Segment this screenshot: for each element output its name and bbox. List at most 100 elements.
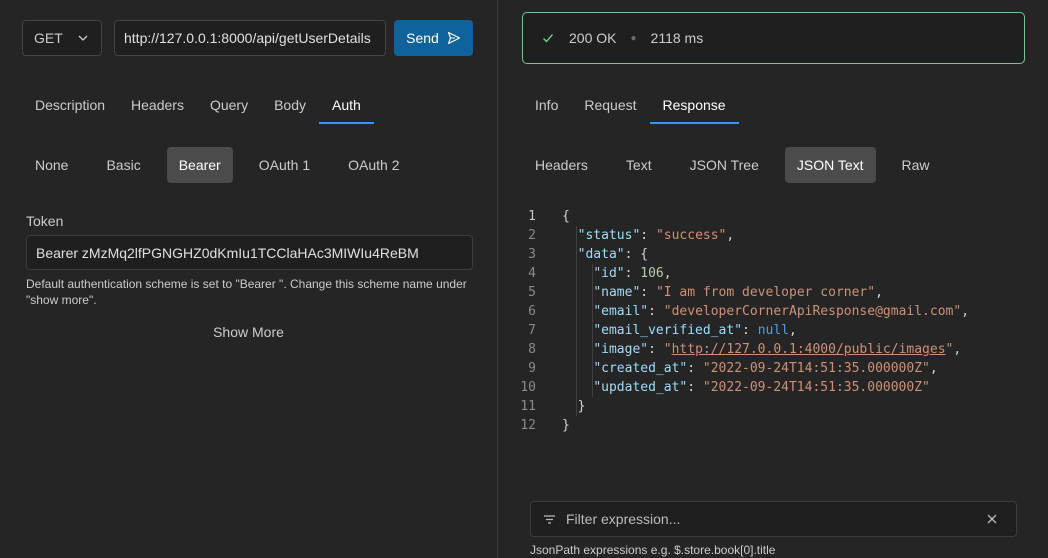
send-icon [447,31,460,45]
line-number: 11 [520,399,536,414]
code-line: 12} [518,416,969,435]
json-punct: : [640,228,656,243]
token-label: Token [26,213,64,229]
tab-auth[interactable]: Auth [319,94,374,124]
tab-description[interactable]: Description [22,94,118,124]
json-punct: : [687,380,703,395]
json-string: "2022-09-24T14:51:35.000000Z" [702,380,930,395]
auth-type-basic[interactable]: Basic [94,147,152,183]
code-line: 7 "email_verified_at": null, [518,321,969,340]
tab-headers[interactable]: Headers [118,94,197,124]
view-tab-text[interactable]: Text [614,147,664,183]
json-string: "I am from developer corner" [655,285,876,300]
tab-request[interactable]: Request [571,94,649,124]
json-punct: } [562,418,570,433]
json-punct: , [953,342,962,357]
json-punct: , [789,323,797,338]
response-tabs: Info Request Response [522,94,739,124]
json-string: "2022-09-24T14:51:35.000000Z" [702,361,930,376]
close-icon[interactable] [986,513,998,525]
json-string: "success" [655,228,727,243]
method-select[interactable]: GET [22,20,102,56]
json-punct: , [875,285,883,300]
json-string: " [945,342,954,357]
jsonpath-hint: JsonPath expressions e.g. $.store.book[0… [530,543,776,557]
line-number: 12 [520,418,536,433]
auth-type-tabs: None Basic Bearer OAuth 1 OAuth 2 [23,147,425,183]
request-tabs: Description Headers Query Body Auth [22,94,374,124]
show-more-button[interactable]: Show More [0,324,497,340]
send-button[interactable]: Send [394,20,473,56]
json-punct: , [663,266,672,281]
code-line: 9 "created_at": "2022-09-24T14:51:35.000… [518,359,969,378]
indent-guide [576,226,577,416]
json-punct: , [961,304,970,319]
tab-query[interactable]: Query [197,94,261,124]
code-line: 11 } [518,397,969,416]
line-number: 1 [528,209,536,224]
json-key: "email" [593,304,649,319]
view-tabs: Headers Text JSON Tree JSON Text Raw [523,147,956,183]
json-key: "email_verified_at" [593,323,743,338]
json-punct: : [640,285,656,300]
line-number: 6 [528,304,536,319]
json-null: null [757,323,789,338]
auth-type-bearer[interactable]: Bearer [166,147,233,183]
auth-type-oauth-2[interactable]: OAuth 2 [336,147,411,183]
json-link[interactable]: http://127.0.0.1:4000/public/images [672,340,946,359]
code-line: 2 "status": "success", [518,226,969,245]
code-line: 1{ [518,207,969,226]
json-punct: , [929,361,938,376]
json-key: "data" [577,247,625,262]
code-line: 4 "id": 106, [518,264,969,283]
view-tab-json-text[interactable]: JSON Text [784,147,876,183]
method-value: GET [34,30,63,46]
json-key: "name" [593,285,641,300]
indent-guide [592,264,593,397]
token-value: Bearer zMzMq2lfPGNGHZ0dKmIu1TCClaHAc3MIW… [36,244,419,261]
json-number: 106 [640,266,664,281]
line-number: 10 [520,380,536,395]
line-number: 3 [528,247,536,262]
json-key: "status" [577,228,641,243]
status-bar: 200 OK ● 2118 ms [522,12,1025,64]
json-punct: } [577,399,586,414]
tab-body[interactable]: Body [261,94,319,124]
check-icon [543,34,554,43]
send-label: Send [406,30,439,46]
url-input[interactable]: http://127.0.0.1:8000/api/getUserDetails [114,20,386,56]
auth-type-none[interactable]: None [23,147,80,183]
json-punct: : [624,266,641,281]
json-key: "image" [593,342,649,357]
json-string: " [663,342,672,357]
tab-info[interactable]: Info [522,94,571,124]
token-input[interactable]: Bearer zMzMq2lfPGNGHZ0dKmIu1TCClaHAc3MIW… [26,235,473,270]
response-time: 2118 ms [650,30,704,46]
line-number: 8 [528,342,536,357]
json-viewer[interactable]: 1{2 "status": "success", 3 "data": {4 "id… [518,207,969,435]
json-string: "developerCornerApiResponse@gmail.com" [663,304,962,319]
line-number: 9 [528,361,536,376]
json-punct: , [726,228,735,243]
filter-box[interactable] [530,501,1017,537]
code-line: 8 "image": " http://127.0.0.1:4000/public… [518,340,969,359]
json-punct: : [742,323,758,338]
view-tab-headers[interactable]: Headers [523,147,600,183]
line-number: 4 [528,266,536,281]
line-number: 5 [528,285,536,300]
json-key: "updated_at" [593,380,688,395]
view-tab-json-tree[interactable]: JSON Tree [678,147,771,183]
filter-input[interactable] [566,511,966,527]
auth-hint: Default authentication scheme is set to … [26,277,467,307]
status-code: 200 OK [569,30,617,46]
tab-response[interactable]: Response [649,94,739,124]
json-punct: : [648,342,664,357]
auth-type-oauth-1[interactable]: OAuth 1 [247,147,322,183]
view-tab-raw[interactable]: Raw [890,147,942,183]
